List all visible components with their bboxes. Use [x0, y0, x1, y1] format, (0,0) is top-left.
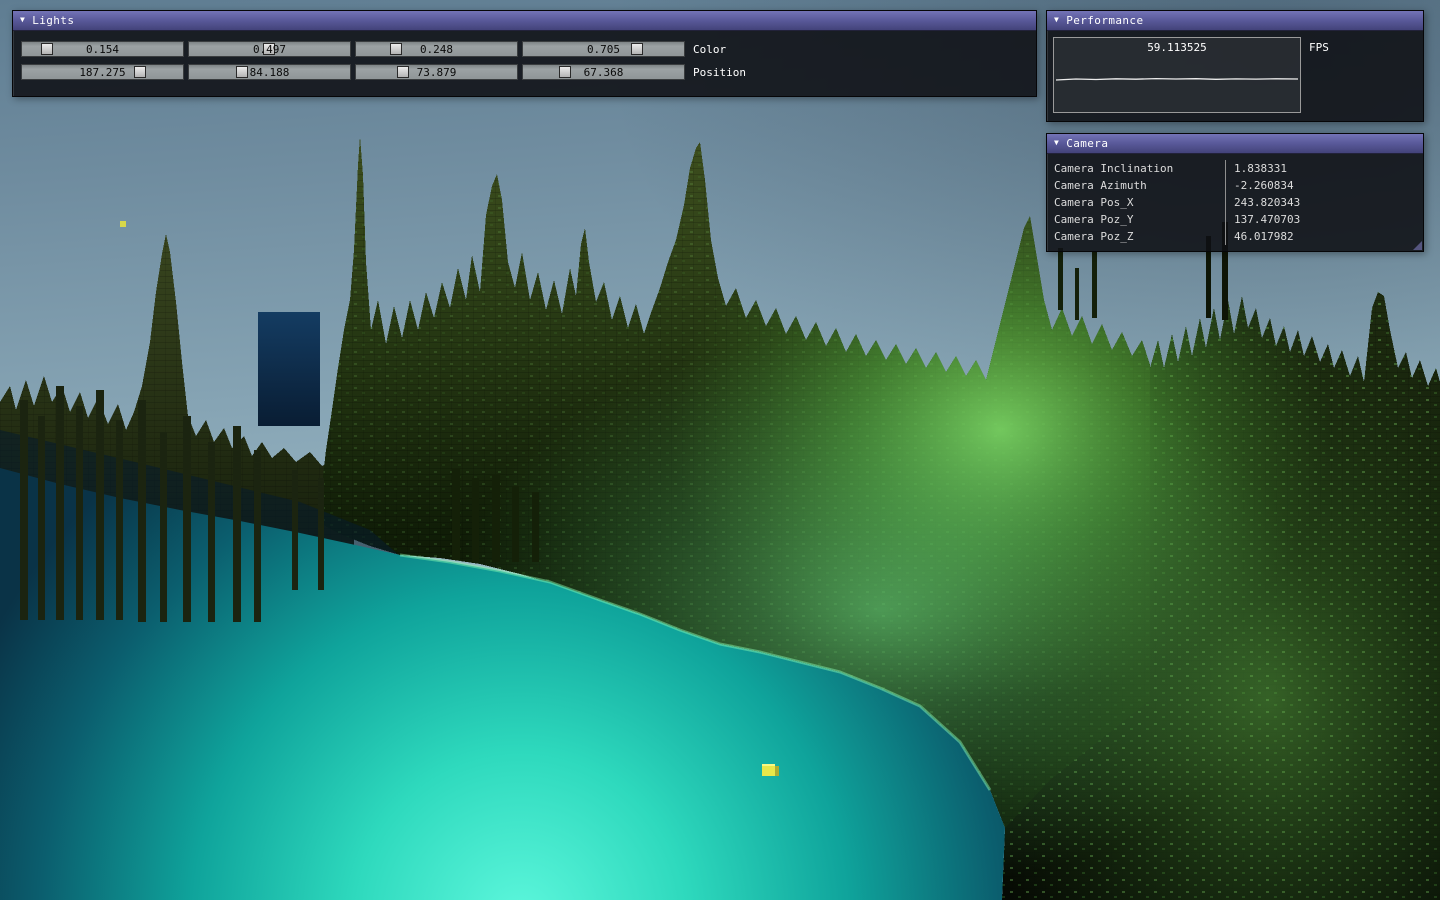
lights-panel: ▼ Lights 0.154 0.497 0.248 0.705 Color	[12, 10, 1037, 97]
camera-row-label: Camera Pos_X	[1047, 196, 1225, 209]
light-position-slider-3[interactable]: 73.879	[355, 64, 518, 80]
camera-rows: Camera Inclination 1.838331 Camera Azimu…	[1047, 154, 1423, 245]
slider-handle[interactable]	[263, 43, 275, 55]
camera-row-pos-y: Camera Poz_Y 137.470703	[1047, 211, 1423, 228]
light-position-slider-4[interactable]: 67.368	[522, 64, 685, 80]
light-color-slider-2[interactable]: 0.497	[188, 41, 351, 57]
camera-row-value: 243.820343	[1225, 194, 1423, 211]
fps-value: 59.113525	[1054, 41, 1300, 54]
collapse-triangle-icon[interactable]: ▼	[20, 16, 25, 24]
light-position-slider-1[interactable]: 187.275	[21, 64, 184, 80]
collapse-triangle-icon[interactable]: ▼	[1054, 16, 1059, 24]
camera-row-value: 137.470703	[1225, 211, 1423, 228]
slider-value: 67.368	[523, 65, 684, 79]
slider-value: 84.188	[189, 65, 350, 79]
light-color-slider-1[interactable]: 0.154	[21, 41, 184, 57]
light-marker-dot	[120, 221, 126, 227]
camera-panel-title: Camera	[1066, 137, 1108, 150]
color-row-label: Color	[693, 43, 726, 56]
camera-row-value: 46.017982	[1225, 228, 1423, 245]
light-color-row: 0.154 0.497 0.248 0.705 Color	[21, 41, 1028, 57]
light-color-slider-4[interactable]: 0.705	[522, 41, 685, 57]
camera-row-value: -2.260834	[1225, 177, 1423, 194]
camera-row-label: Camera Inclination	[1047, 162, 1225, 175]
position-row-label: Position	[693, 66, 746, 79]
camera-row-pos-z: Camera Poz_Z 46.017982	[1047, 228, 1423, 245]
light-position-slider-2[interactable]: 84.188	[188, 64, 351, 80]
collapse-triangle-icon[interactable]: ▼	[1054, 139, 1059, 147]
resize-grip[interactable]	[1413, 241, 1422, 250]
slider-handle[interactable]	[559, 66, 571, 78]
camera-row-inclination: Camera Inclination 1.838331	[1047, 160, 1423, 177]
slider-handle[interactable]	[236, 66, 248, 78]
camera-row-value: 1.838331	[1225, 160, 1423, 177]
fps-graph: 59.113525	[1053, 37, 1301, 113]
slider-value: 0.705	[523, 42, 684, 56]
camera-row-azimuth: Camera Azimuth -2.260834	[1047, 177, 1423, 194]
slider-value: 73.879	[356, 65, 517, 79]
camera-row-label: Camera Poz_Y	[1047, 213, 1225, 226]
lights-panel-body: 0.154 0.497 0.248 0.705 Color 187.275	[13, 31, 1036, 80]
blue-slab	[258, 312, 320, 426]
slider-value: 187.275	[22, 65, 183, 79]
performance-panel-titlebar[interactable]: ▼ Performance	[1047, 11, 1423, 31]
slider-handle[interactable]	[134, 66, 146, 78]
performance-panel: ▼ Performance 59.113525 FPS	[1046, 10, 1424, 122]
lights-panel-titlebar[interactable]: ▼ Lights	[13, 11, 1036, 31]
fps-label: FPS	[1309, 41, 1329, 54]
camera-row-label: Camera Azimuth	[1047, 179, 1225, 192]
slider-handle[interactable]	[397, 66, 409, 78]
slider-handle[interactable]	[390, 43, 402, 55]
performance-panel-title: Performance	[1066, 14, 1143, 27]
slider-handle[interactable]	[631, 43, 643, 55]
light-color-slider-3[interactable]: 0.248	[355, 41, 518, 57]
camera-panel-titlebar[interactable]: ▼ Camera	[1047, 134, 1423, 154]
light-position-row: 187.275 84.188 73.879 67.368 Position	[21, 64, 1028, 80]
camera-row-label: Camera Poz_Z	[1047, 230, 1225, 243]
slider-value: 0.248	[356, 42, 517, 56]
lights-panel-title: Lights	[32, 14, 74, 27]
slider-handle[interactable]	[41, 43, 53, 55]
camera-panel: ▼ Camera Camera Inclination 1.838331 Cam…	[1046, 133, 1424, 252]
camera-row-pos-x: Camera Pos_X 243.820343	[1047, 194, 1423, 211]
